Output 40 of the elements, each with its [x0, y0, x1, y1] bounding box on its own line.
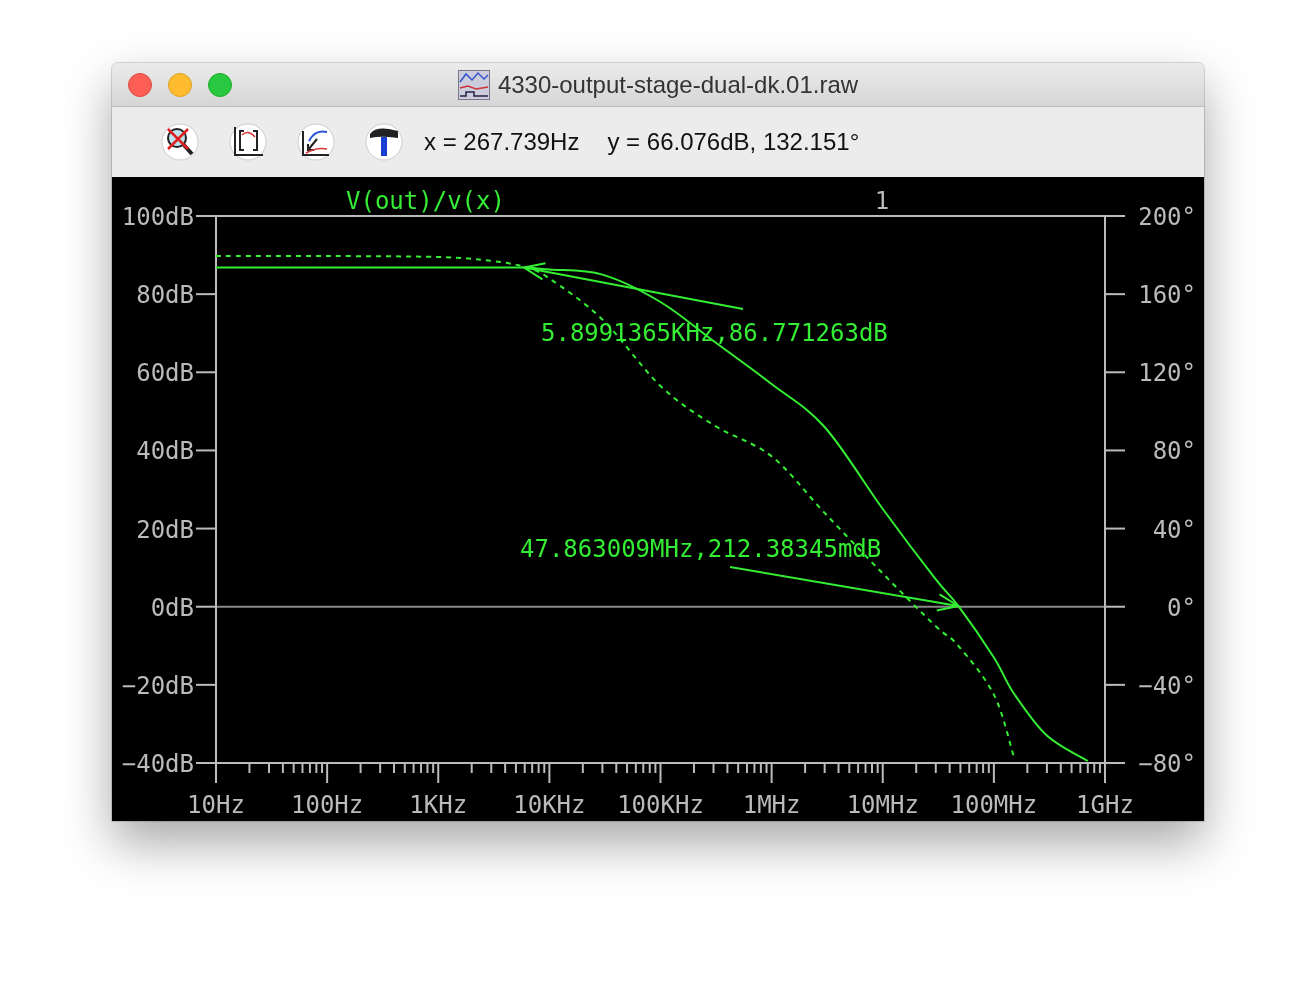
- axis-label: 0dB: [150, 593, 194, 622]
- axis-label: −40°: [1138, 671, 1196, 700]
- autoscale-button[interactable]: [228, 122, 268, 162]
- axis-label: −40dB: [121, 750, 194, 778]
- axis-label: −20dB: [121, 671, 194, 700]
- axis-label: 40dB: [136, 437, 194, 466]
- zoom-reset-button[interactable]: [160, 122, 200, 162]
- tools-button[interactable]: [364, 122, 404, 162]
- window-title: 4330-output-stage-dual-dk.01.raw: [497, 70, 859, 99]
- axis-label: 160°: [1138, 281, 1196, 310]
- axis-label: 100dB: [121, 203, 194, 231]
- hammer-icon: [365, 123, 403, 161]
- axis-label: 200°: [1138, 203, 1196, 231]
- axis-label: 1GHz: [1076, 791, 1134, 819]
- magnifier-cross-icon: [161, 123, 199, 161]
- axis-label: 100MHz: [950, 791, 1038, 819]
- axis-label: 10KHz: [513, 791, 586, 819]
- arrow-button[interactable]: [296, 122, 336, 162]
- chart-icon: [457, 69, 490, 100]
- cursor-readout: x = 267.739Hz: [424, 128, 580, 156]
- cursor-readout: y = 66.076dB, 132.151°: [607, 128, 860, 156]
- axes-bracket-icon: [229, 123, 267, 161]
- axis-label: −80°: [1138, 750, 1196, 778]
- axis-label: 40°: [1152, 515, 1196, 544]
- axis-label: 0°: [1167, 593, 1196, 622]
- close-button[interactable]: [128, 72, 152, 97]
- axis-label: 100KHz: [617, 791, 704, 819]
- axis-label: 20dB: [136, 515, 194, 544]
- axis-label: 10Hz: [187, 791, 245, 819]
- axis-label: 1KHz: [409, 791, 468, 819]
- axis-label: 10MHz: [846, 791, 919, 819]
- axis-label: 80°: [1152, 437, 1196, 466]
- axis-label: 80dB: [136, 281, 194, 310]
- annotation-label: 47.863009MHz,212.38345mdB: [520, 535, 882, 563]
- cursor-label: 1: [874, 187, 890, 215]
- axis-label: 120°: [1138, 359, 1196, 388]
- axis-label: 60dB: [136, 359, 194, 388]
- trace-label[interactable]: V(out)/v(x): [346, 187, 505, 215]
- axis-label: 1MHz: [742, 791, 801, 819]
- axis-label: 100Hz: [291, 791, 364, 819]
